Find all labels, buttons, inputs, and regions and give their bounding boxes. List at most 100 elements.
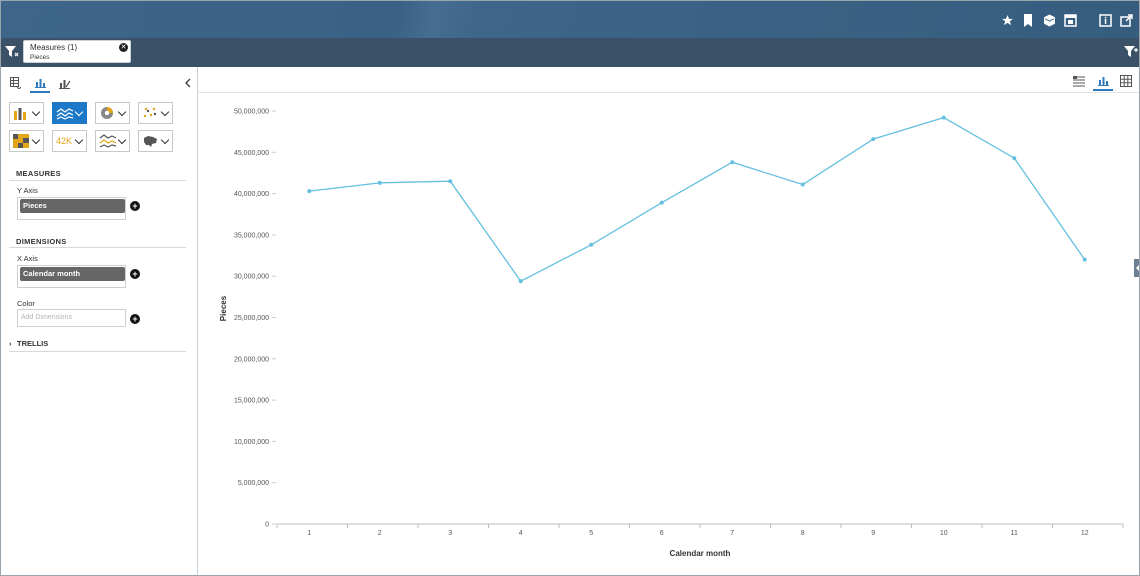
bookmark-icon[interactable] <box>1019 11 1037 29</box>
cube-icon[interactable] <box>1040 11 1058 29</box>
add-dimension-icon[interactable]: + <box>130 269 140 279</box>
y-tick-label: 15,000,000 <box>234 398 269 405</box>
color-dimension-field[interactable]: Add Dimensions <box>17 309 126 327</box>
chart-type-bar-button[interactable] <box>9 102 44 124</box>
scatter-chart-icon <box>143 107 157 118</box>
y-tick-label: 20,000,000 <box>234 356 269 363</box>
filter-funnel-icon[interactable] <box>5 45 19 59</box>
data-point[interactable] <box>448 179 453 184</box>
series-line <box>307 115 1087 284</box>
grid-view-icon[interactable] <box>1116 71 1136 91</box>
line-chart-icon <box>56 108 74 120</box>
x-tick-label: 9 <box>871 530 875 537</box>
panel-tabs <box>1 71 198 95</box>
chart-type-combo-button[interactable] <box>95 130 130 152</box>
divider <box>9 180 186 181</box>
y-axis-measure-pill[interactable]: Pieces <box>20 199 125 213</box>
filter-chip-value: Pieces <box>30 54 50 61</box>
y-tick-label: 35,000,000 <box>234 232 269 239</box>
y-tick-label: 10,000,000 <box>234 439 269 446</box>
tab-format-icon[interactable] <box>55 73 75 93</box>
x-tick-label: 2 <box>378 530 382 537</box>
data-point[interactable] <box>800 182 805 187</box>
y-axis-title: Pieces <box>219 295 228 321</box>
y-tick-label: 0 <box>265 522 269 529</box>
data-point[interactable] <box>871 137 876 142</box>
chart-toolbar <box>198 67 1139 93</box>
trellis-header: TRELLIS <box>17 339 49 348</box>
y-tick-label: 50,000,000 <box>234 109 269 116</box>
x-tick-label: 5 <box>589 530 593 537</box>
heatmap-icon <box>13 134 29 148</box>
chart-type-pie-button[interactable] <box>95 102 130 124</box>
info-icon[interactable] <box>1096 11 1114 29</box>
x-tick-label: 1 <box>307 530 311 537</box>
y-tick-label: 30,000,000 <box>234 274 269 281</box>
divider <box>9 247 186 248</box>
data-point[interactable] <box>307 189 312 194</box>
tab-data-icon[interactable] <box>5 73 25 93</box>
collapse-panel-icon[interactable] <box>184 75 192 91</box>
data-point[interactable] <box>518 279 523 284</box>
chart-type-scatter-button[interactable] <box>138 102 173 124</box>
filter-bar: Measures (1) Pieces ✕ <box>1 38 1139 67</box>
x-tick-label: 10 <box>940 530 948 537</box>
chart-builder-panel: 42K MEASURES Y Axis Pieces + DIMENSIONS … <box>1 67 198 575</box>
y-axis-dropzone[interactable]: Pieces <box>17 197 126 220</box>
color-label: Color <box>17 299 35 308</box>
x-axis: 1 2 3 4 5 6 7 8 9 10 11 12 <box>276 523 1124 537</box>
kpi-icon: 42K <box>56 136 73 146</box>
app-window: Measures (1) Pieces ✕ 42K MEASURES Y Axi… <box>0 0 1140 576</box>
y-tick-label: 40,000,000 <box>234 191 269 198</box>
measures-header: MEASURES <box>16 169 61 178</box>
data-point[interactable] <box>589 242 594 247</box>
expand-panel-handle[interactable] <box>1134 259 1139 277</box>
line-chart: 0 5,000,000 10,000,000 15,000,000 20,000,000… <box>219 109 1124 558</box>
add-measure-icon[interactable]: + <box>130 201 140 211</box>
y-axis-label: Y Axis <box>17 186 38 195</box>
x-axis-dimension-pill[interactable]: Calendar month <box>20 267 125 281</box>
data-point[interactable] <box>377 180 382 185</box>
y-tick-label: 45,000,000 <box>234 150 269 157</box>
chart-type-heatmap-button[interactable] <box>9 130 44 152</box>
top-banner <box>1 1 1139 38</box>
top-toolbar <box>995 11 1135 29</box>
series-line-path <box>309 116 1086 282</box>
x-tick-label: 12 <box>1081 530 1089 537</box>
y-tick-label: 25,000,000 <box>234 315 269 322</box>
trellis-section[interactable]: › TRELLIS <box>9 339 48 348</box>
filter-settings-icon[interactable] <box>1124 45 1138 59</box>
close-icon[interactable]: ✕ <box>119 43 128 52</box>
chevron-right-icon: › <box>9 339 12 348</box>
chart-view-icon[interactable] <box>1093 71 1113 91</box>
divider <box>9 351 186 352</box>
chart-area: 0 5,000,000 10,000,000 15,000,000 20,000,000… <box>198 67 1139 575</box>
x-tick-label: 6 <box>660 530 664 537</box>
filter-chip-title: Measures (1) <box>30 43 78 52</box>
x-tick-label: 11 <box>1011 530 1018 537</box>
bar-chart-icon <box>14 108 26 120</box>
chart-type-geo-button[interactable] <box>138 130 173 152</box>
chart-type-kpi-button[interactable]: 42K <box>52 130 87 152</box>
data-point[interactable] <box>730 160 735 165</box>
x-axis-dropzone[interactable]: Calendar month <box>17 265 126 288</box>
y-tick-label: 5,000,000 <box>238 480 269 487</box>
window-icon[interactable] <box>1061 11 1079 29</box>
data-point[interactable] <box>941 115 946 120</box>
combination-chart-icon <box>99 134 117 148</box>
x-tick-label: 7 <box>730 530 734 537</box>
measures-filter-chip[interactable]: Measures (1) Pieces ✕ <box>23 40 131 63</box>
add-color-icon[interactable]: + <box>130 314 140 324</box>
x-tick-label: 3 <box>448 530 452 537</box>
tab-chart-icon[interactable] <box>30 73 50 93</box>
data-point[interactable] <box>659 200 664 205</box>
chart-type-line-button[interactable] <box>52 102 87 124</box>
x-axis-title: Calendar month <box>670 549 731 558</box>
data-point[interactable] <box>1082 257 1087 262</box>
data-point[interactable] <box>1012 156 1017 161</box>
star-icon[interactable] <box>998 11 1016 29</box>
y-axis: 0 5,000,000 10,000,000 15,000,000 20,000,000… <box>234 109 276 529</box>
x-axis-label: X Axis <box>17 254 38 263</box>
share-icon[interactable] <box>1117 11 1135 29</box>
table-chart-toggle-icon[interactable] <box>1069 71 1089 91</box>
